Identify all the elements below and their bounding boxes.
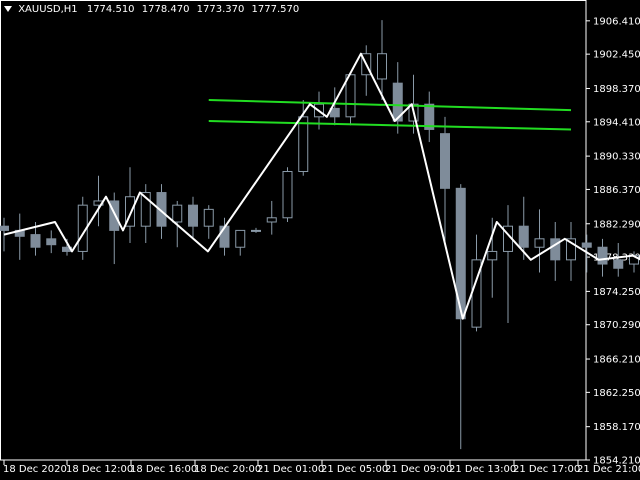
- x-tick-label: 18 Dec 16:00: [130, 464, 197, 475]
- plot-frame: [0, 0, 587, 461]
- candle-body: [172, 204, 183, 223]
- candle-body: [266, 217, 277, 223]
- candle-body: [188, 204, 198, 227]
- y-tick-label: 1898.370: [593, 84, 640, 95]
- y-tick-label: 1874.250: [593, 287, 640, 298]
- candle-body: [613, 259, 624, 269]
- candle-body: [518, 225, 529, 248]
- x-tick-label: 21 Dec 13:00: [449, 464, 516, 475]
- price-chart[interactable]: 1906.410 1902.450 1898.370 1894.410 1890.330…: [0, 0, 640, 480]
- candle-body: [597, 246, 608, 265]
- y-tick-label: 1902.450: [593, 50, 640, 61]
- zigzag-line: [3, 52, 640, 320]
- y-tick-label: 1906.410: [593, 16, 640, 27]
- candle-body: [251, 229, 261, 232]
- candle-body: [46, 238, 57, 246]
- candle-body: [203, 208, 214, 227]
- candle-body: [377, 53, 387, 80]
- candle-body: [30, 234, 41, 248]
- candle-body: [487, 250, 498, 261]
- x-tick-label: 21 Dec 21:00: [577, 464, 640, 475]
- candle-body: [298, 116, 309, 173]
- candle-body: [235, 229, 246, 248]
- candle-body: [282, 171, 293, 219]
- y-tick-label: 1886.370: [593, 185, 640, 196]
- candle-body: [219, 225, 230, 248]
- channel-line: [208, 120, 572, 131]
- x-tick-label: 21 Dec 01:00: [257, 464, 324, 475]
- channel-line: [208, 98, 572, 112]
- x-tick-label: 21 Dec 17:00: [513, 464, 580, 475]
- candle-body: [440, 133, 450, 189]
- x-tick-label: 21 Dec 05:00: [321, 464, 388, 475]
- y-tick-label: 1870.290: [593, 320, 640, 331]
- y-tick-label: 1890.330: [593, 152, 640, 163]
- x-tick-label: 21 Dec 09:00: [385, 464, 452, 475]
- candle-body: [345, 74, 356, 118]
- candle-body: [0, 225, 9, 231]
- y-tick-label: 1882.290: [593, 219, 640, 230]
- candle-body: [534, 238, 545, 248]
- y-tick-label: 1866.210: [593, 355, 640, 366]
- x-tick-label: 18 Dec 20:00: [194, 464, 261, 475]
- y-tick-label: 1862.250: [593, 388, 640, 399]
- candle-body: [581, 242, 592, 248]
- x-tick-label: 18 Dec 2020: [3, 464, 67, 475]
- y-tick-label: 1858.170: [593, 422, 640, 433]
- x-tick-label: 18 Dec 12:00: [66, 464, 133, 475]
- y-tick-label: 1894.410: [593, 117, 640, 128]
